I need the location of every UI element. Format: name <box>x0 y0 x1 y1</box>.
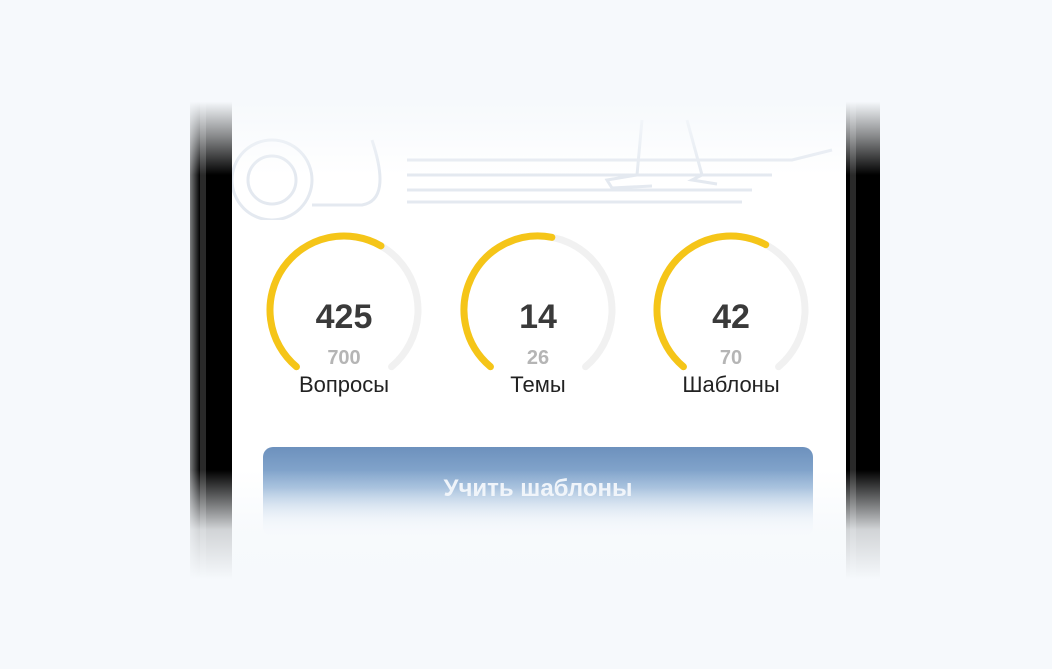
stat-questions: 425 700 Вопросы <box>264 230 424 410</box>
questions-total-count: 700 <box>327 347 361 369</box>
topics-total-count: 26 <box>526 347 550 369</box>
stat-topics: 14 26 Темы <box>458 230 618 410</box>
topics-label: Темы <box>510 372 566 397</box>
app-screen: 425 700 Вопросы 14 26 Темы 42 70 Шаблоны… <box>232 80 846 580</box>
questions-learned-count: 425 <box>315 298 373 336</box>
phone-edge-left-highlight <box>200 80 206 580</box>
templates-label: Шаблоны <box>682 372 780 397</box>
learn-templates-button-label: Учить шаблоны <box>443 475 633 502</box>
phone-edge-right-highlight <box>850 80 856 580</box>
left-fade <box>0 0 200 669</box>
stage: 425 700 Вопросы 14 26 Темы 42 70 Шаблоны… <box>0 0 1052 669</box>
topics-learned-count: 14 <box>519 298 557 336</box>
templates-total-count: 70 <box>719 347 743 369</box>
header-illustration <box>232 119 833 220</box>
templates-learned-count: 42 <box>712 298 750 336</box>
questions-label: Вопросы <box>298 372 390 397</box>
learn-templates-button[interactable]: Учить шаблоны <box>263 447 813 537</box>
stat-templates: 42 70 Шаблоны <box>651 230 811 410</box>
right-fade <box>880 0 1052 669</box>
